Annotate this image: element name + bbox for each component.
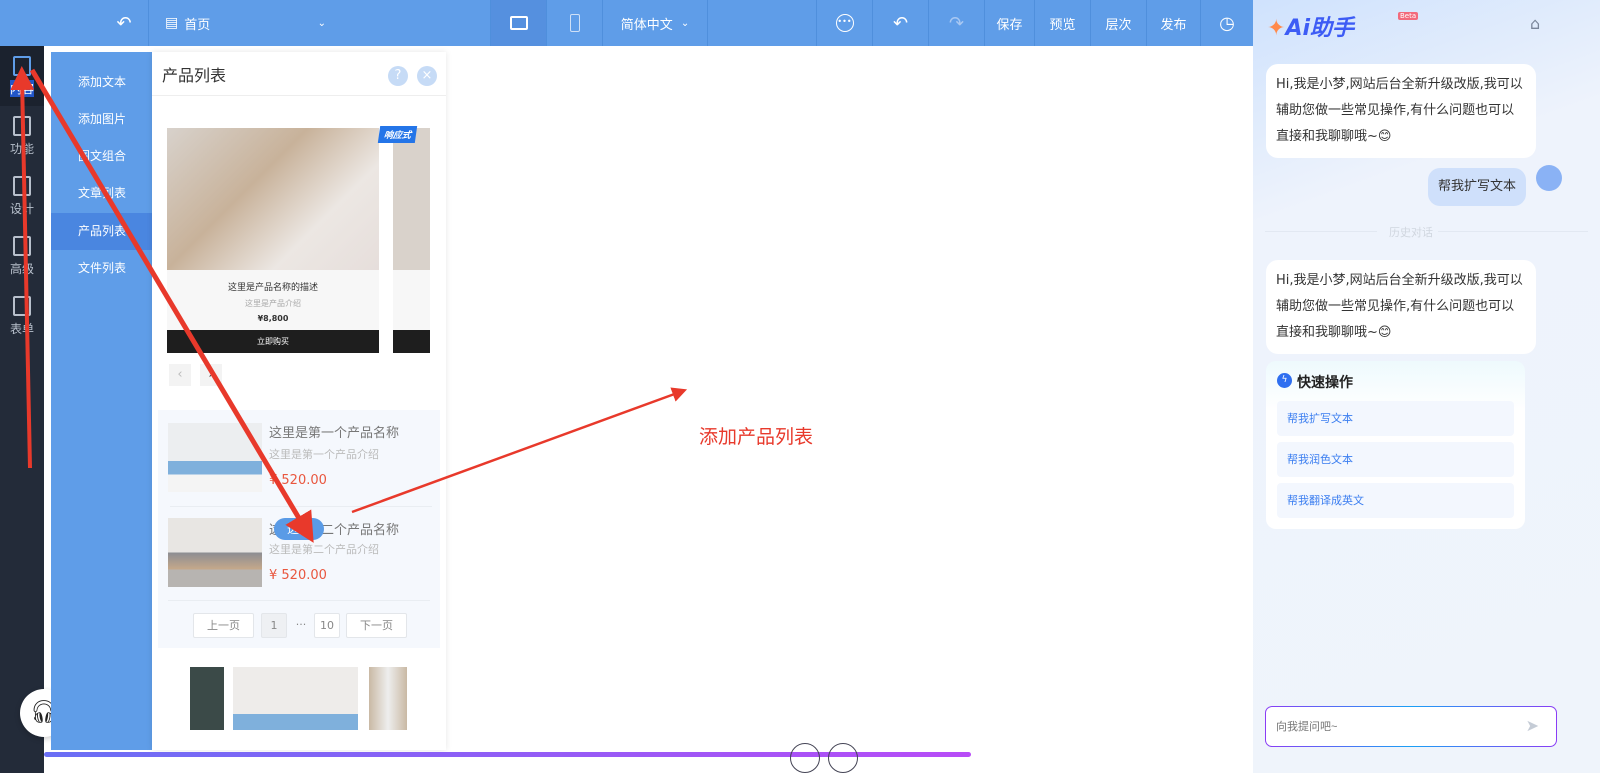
chat-input[interactable] bbox=[1266, 707, 1556, 746]
clear-basket-icon[interactable]: ⌂ bbox=[1530, 14, 1540, 33]
user-avatar bbox=[1536, 165, 1562, 191]
quick-action-polish[interactable]: 帮我润色文本 bbox=[1277, 442, 1514, 477]
quick-actions-card: ϟ 快速操作 帮我扩写文本 帮我润色文本 帮我翻译成英文 bbox=[1266, 361, 1525, 529]
ai-logo: ✦Ai助手 bbox=[1267, 16, 1355, 41]
quick-action-translate[interactable]: 帮我翻译成英文 bbox=[1277, 483, 1514, 518]
send-icon[interactable]: ➤ bbox=[1526, 716, 1539, 735]
quick-actions-title: 快速操作 bbox=[1297, 375, 1353, 391]
user-message: 帮我扩写文本 bbox=[1428, 168, 1527, 206]
beta-badge: Beta bbox=[1398, 12, 1419, 20]
ai-assistant-panel: ✦Ai助手 Beta ⌂ Hi,我是小梦,网站后台全新升级改版,我可以辅助您做一… bbox=[1253, 0, 1600, 773]
history-divider-label: 历史对话 bbox=[1389, 226, 1433, 239]
arrow-up bbox=[10, 66, 35, 469]
arrow-right bbox=[351, 387, 688, 514]
lightning-icon: ϟ bbox=[1277, 373, 1292, 388]
chat-input-wrapper: ➤ bbox=[1265, 706, 1557, 747]
ai-title: Ai助手 bbox=[1285, 16, 1355, 41]
assistant-message: Hi,我是小梦,网站后台全新升级改版,我可以辅助您做一些常见操作,有什么问题也可… bbox=[1266, 64, 1536, 158]
assistant-message: Hi,我是小梦,网站后台全新升级改版,我可以辅助您做一些常见操作,有什么问题也可… bbox=[1266, 260, 1536, 354]
arrow-diagonal bbox=[29, 68, 314, 543]
annotation-arrows bbox=[10, 66, 688, 543]
quick-action-expand[interactable]: 帮我扩写文本 bbox=[1277, 401, 1514, 436]
